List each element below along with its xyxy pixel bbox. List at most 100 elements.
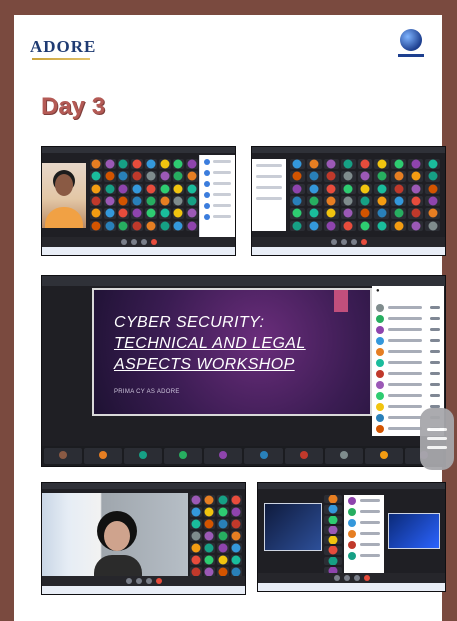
- grid-tile: [425, 195, 440, 207]
- camera-icon: [130, 239, 137, 245]
- grid-tile: [145, 159, 157, 170]
- os-taskbar: [258, 583, 445, 591]
- meeting-controls: [42, 237, 235, 247]
- grid-tile: [117, 171, 130, 182]
- grid-tile: [172, 208, 185, 219]
- end-call-icon: [150, 239, 157, 245]
- grid-tile: [190, 495, 202, 505]
- grid-tile: [230, 543, 242, 553]
- participant-name: [388, 372, 422, 375]
- participant-name: [360, 521, 380, 524]
- avatar: [376, 413, 384, 422]
- mic-icon: [430, 339, 440, 342]
- grid-tile: [324, 495, 342, 504]
- filmstrip-tile: [124, 448, 163, 464]
- grid-tile: [117, 159, 130, 170]
- participants-header: ●: [376, 288, 380, 294]
- mic-icon: [120, 239, 127, 245]
- grid-tile: [230, 495, 242, 505]
- grid-tile: [186, 171, 198, 182]
- grid-tile: [306, 159, 322, 170]
- grid-tile: [131, 208, 143, 219]
- grid-tile: [117, 183, 130, 194]
- window-titlebar: [252, 147, 445, 153]
- filmstrip-tile: [324, 448, 363, 464]
- grid-tile: [425, 183, 440, 194]
- chat-avatar: [204, 202, 210, 209]
- grid-tile: [391, 159, 407, 170]
- chat-row: [204, 212, 231, 221]
- participant-grid: [290, 159, 440, 231]
- participant-video: [42, 493, 188, 579]
- menu-bar: [427, 446, 447, 449]
- window-titlebar: [258, 483, 445, 489]
- mic-icon: [430, 317, 440, 320]
- end-call-icon: [363, 575, 370, 581]
- grid-tile: [408, 159, 424, 170]
- grid-tile: [90, 159, 102, 170]
- participant-grid: [90, 159, 198, 231]
- grid-tile: [374, 183, 390, 194]
- grid-tile: [340, 208, 356, 219]
- chat-avatar: [204, 158, 210, 165]
- grid-tile: [408, 208, 424, 219]
- grid-tile: [90, 220, 102, 231]
- grid-tile: [324, 505, 342, 514]
- chat-row: [204, 190, 231, 199]
- chat-row: [204, 168, 231, 177]
- shared-document-panel: [252, 159, 286, 231]
- grid-tile: [357, 159, 373, 170]
- participant-name: [388, 339, 422, 342]
- doc-row: [256, 194, 282, 203]
- participant-name: [388, 306, 422, 309]
- chat-row: [204, 201, 231, 210]
- grid-tile: [425, 159, 440, 170]
- grid-tile: [217, 531, 229, 541]
- grid-tile: [374, 159, 390, 170]
- grid-tile: [357, 208, 373, 219]
- grid-tile: [217, 543, 229, 553]
- participant-row: [344, 517, 384, 528]
- participant-row: [344, 539, 384, 550]
- meeting-screenshot-3: [41, 482, 246, 595]
- participant-video: [42, 163, 86, 228]
- grid-tile: [131, 195, 143, 207]
- grid-tile: [190, 555, 202, 565]
- grid-tile: [306, 183, 322, 194]
- participant-row: [344, 506, 384, 517]
- grid-tile: [103, 208, 116, 219]
- chat-text: [213, 182, 231, 185]
- grid-tile: [324, 536, 342, 545]
- grid-tile: [340, 220, 356, 231]
- mic-icon: [330, 239, 337, 245]
- hamburger-menu-icon[interactable]: [420, 408, 454, 470]
- participant-face: [55, 174, 73, 196]
- grid-tile: [90, 208, 102, 219]
- avatar: [376, 402, 384, 411]
- participant-row: [372, 346, 444, 357]
- filmstrip-tile: [284, 448, 323, 464]
- avatar: [348, 540, 356, 549]
- filmstrip-tile: [164, 448, 203, 464]
- grid-tile: [103, 183, 116, 194]
- participant-name: [360, 543, 380, 546]
- shared-screen-slide: [264, 503, 322, 551]
- slide-title-line-1: CYBER SECURITY:: [114, 314, 265, 331]
- adore-logo-text: ADORE: [30, 37, 97, 56]
- grid-tile: [323, 220, 339, 231]
- grid-tile: [103, 171, 116, 182]
- avatar: [348, 507, 356, 516]
- grid-tile: [103, 220, 116, 231]
- grid-tile: [172, 183, 185, 194]
- avatar: [376, 424, 384, 433]
- mic-icon: [333, 575, 340, 581]
- share-icon: [353, 575, 360, 581]
- mic-icon: [430, 361, 440, 364]
- avatar: [348, 551, 356, 560]
- window-titlebar: [42, 147, 235, 153]
- grid-tile: [190, 543, 202, 553]
- meeting-screenshot-4: [257, 482, 446, 592]
- participant-name: [360, 510, 380, 513]
- grid-tile: [131, 183, 143, 194]
- chat-text: [213, 215, 231, 218]
